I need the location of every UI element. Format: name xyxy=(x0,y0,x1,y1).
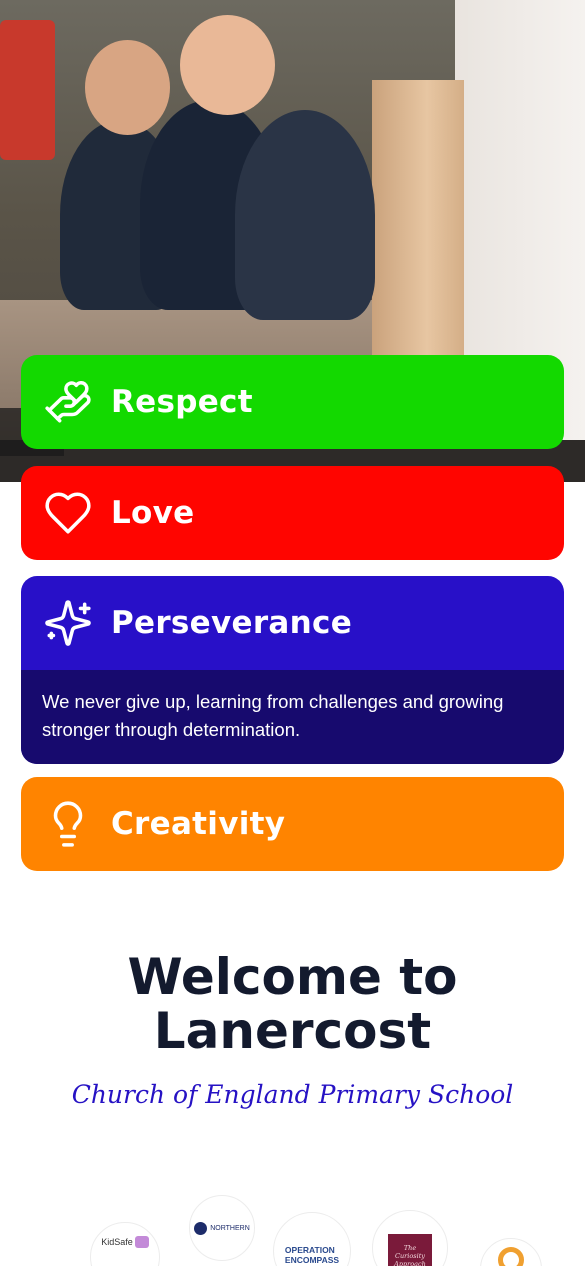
partner-logo-text: KidSafe xyxy=(101,1237,133,1247)
partner-logo-northern[interactable]: NORTHERN xyxy=(189,1195,255,1261)
value-title: Respect xyxy=(111,384,253,420)
partner-logo-text: The Curiosity Approach xyxy=(394,1244,426,1266)
lightbulb-icon xyxy=(43,799,93,849)
value-card-love[interactable]: Love xyxy=(21,466,564,560)
partner-logo-operation-encompass[interactable]: OPERATION ENCOMPASS xyxy=(273,1212,351,1266)
welcome-heading: Welcome to Lanercost xyxy=(0,950,585,1058)
value-description: We never give up, learning from challeng… xyxy=(21,670,564,764)
badge-icon xyxy=(498,1247,524,1266)
partner-logo-kidsafe[interactable]: KidSafe xyxy=(90,1222,160,1266)
school-subtitle: Church of England Primary School xyxy=(71,1080,514,1109)
northern-mark-icon xyxy=(194,1221,208,1235)
value-title: Love xyxy=(111,495,195,531)
sparkles-icon xyxy=(43,598,93,648)
value-title: Creativity xyxy=(111,806,286,842)
partner-logo-text: OPERATION ENCOMPASS xyxy=(285,1245,339,1265)
partner-logo-curiosity-approach[interactable]: The Curiosity Approach xyxy=(372,1210,448,1266)
welcome-line-2: Lanercost xyxy=(153,1002,432,1060)
value-card-respect[interactable]: Respect xyxy=(21,355,564,449)
heart-icon xyxy=(43,488,93,538)
value-card-perseverance[interactable]: Perseverance We never give up, learning … xyxy=(21,576,564,764)
welcome-line-1: Welcome to xyxy=(127,948,458,1006)
book-icon: The Curiosity Approach xyxy=(388,1234,432,1266)
heart-hand-icon xyxy=(43,377,93,427)
value-title: Perseverance xyxy=(111,605,353,641)
value-card-creativity[interactable]: Creativity xyxy=(21,777,564,871)
partner-logo-text-line-1: OPERATION xyxy=(284,1245,335,1255)
partner-logo-text-line-2: ENCOMPASS xyxy=(284,1255,340,1265)
partner-logo-text: NORTHERN xyxy=(210,1224,250,1232)
partner-logo-badge[interactable] xyxy=(480,1238,542,1266)
